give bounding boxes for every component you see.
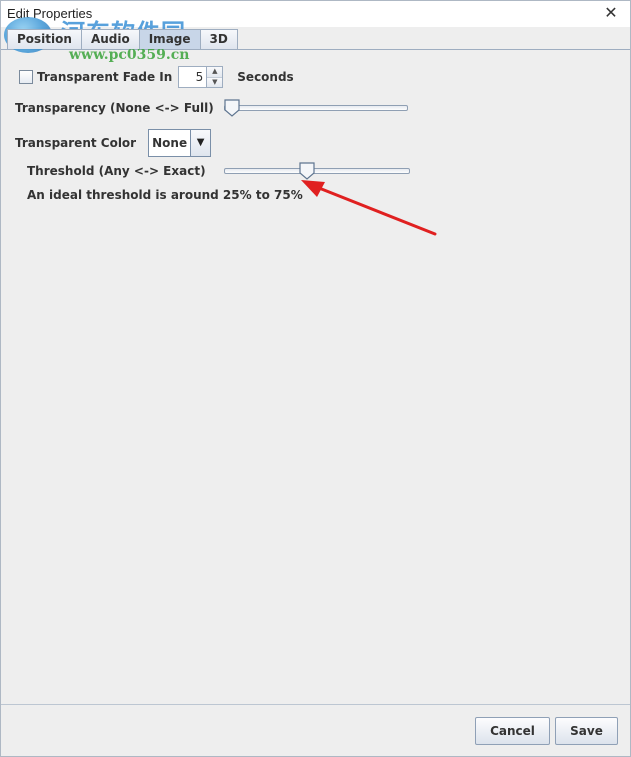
- transparency-slider[interactable]: [223, 99, 408, 117]
- fade-row: Transparent Fade In 5 ▲ ▼ Seconds: [19, 66, 294, 88]
- chevron-down-icon[interactable]: ▼: [190, 130, 211, 156]
- tab-image[interactable]: Image: [138, 29, 201, 49]
- close-icon[interactable]: ✕: [600, 3, 622, 23]
- transparency-slider-thumb[interactable]: [224, 99, 240, 117]
- transparent-color-value: None: [152, 136, 188, 150]
- fade-seconds-spinner[interactable]: 5 ▲ ▼: [178, 66, 224, 88]
- fade-seconds-value[interactable]: 5: [179, 67, 206, 87]
- spinner-down-icon[interactable]: ▼: [207, 76, 223, 87]
- fade-checkbox-label: Transparent Fade In: [37, 70, 173, 84]
- tab-audio[interactable]: Audio: [80, 29, 140, 49]
- annotation-arrow-head: [301, 180, 325, 197]
- spinner-up-icon[interactable]: ▲: [207, 67, 223, 77]
- transparent-color-label: Transparent Color: [15, 136, 137, 150]
- annotation-arrow-shaft: [317, 186, 437, 236]
- spinner-buttons: ▲ ▼: [206, 67, 223, 87]
- threshold-hint-row: An ideal threshold is around 25% to 75%: [27, 188, 303, 202]
- fade-unit-label: Seconds: [237, 70, 294, 84]
- edit-properties-window: Edit Properties ✕ Position Audio Image 3…: [0, 0, 631, 757]
- footer-divider: [1, 704, 630, 705]
- title-bar: Edit Properties ✕: [1, 1, 630, 27]
- threshold-slider[interactable]: [223, 162, 410, 180]
- threshold-hint: An ideal threshold is around 25% to 75%: [27, 188, 303, 202]
- transparent-color-select[interactable]: None ▼: [148, 129, 212, 157]
- tab-divider: [1, 49, 630, 50]
- transparency-row: Transparency (None <-> Full): [15, 99, 408, 117]
- window-title: Edit Properties: [7, 6, 93, 21]
- threshold-slider-thumb[interactable]: [299, 162, 315, 180]
- transparency-label: Transparency (None <-> Full): [15, 101, 214, 115]
- color-row: Transparent Color None ▼: [15, 129, 212, 157]
- threshold-label: Threshold (Any <-> Exact): [27, 164, 206, 178]
- cancel-button[interactable]: Cancel: [475, 717, 550, 745]
- threshold-row: Threshold (Any <-> Exact): [27, 162, 410, 180]
- tab-position[interactable]: Position: [7, 29, 82, 49]
- threshold-slider-track: [223, 168, 410, 174]
- transparency-slider-track: [223, 105, 408, 111]
- tab-bar: Position Audio Image 3D: [7, 29, 238, 49]
- save-button[interactable]: Save: [555, 717, 618, 745]
- fade-checkbox[interactable]: [19, 70, 33, 84]
- tab-3d[interactable]: 3D: [199, 29, 238, 49]
